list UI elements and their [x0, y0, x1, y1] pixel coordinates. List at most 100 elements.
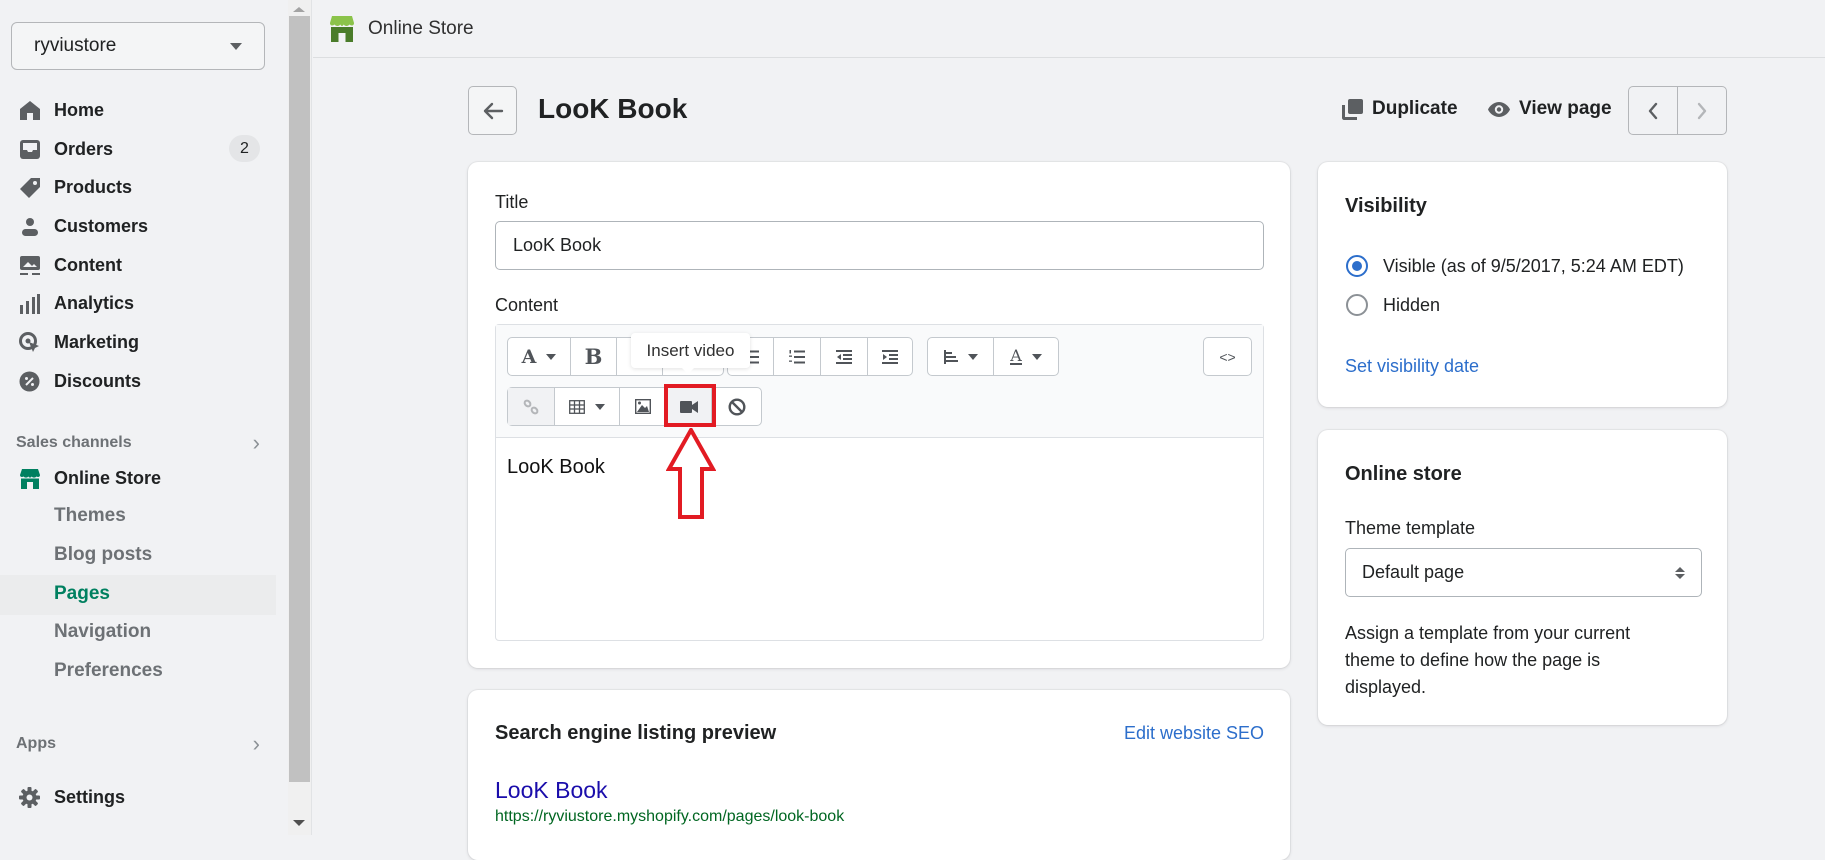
table-icon — [569, 399, 585, 414]
align-color-group: A — [927, 337, 1059, 376]
visibility-heading: Visibility — [1345, 195, 1427, 217]
sidebar-item-customers[interactable]: Customers — [0, 208, 276, 244]
page-title: LooK Book — [538, 93, 688, 124]
editor-body[interactable]: LooK Book — [507, 456, 605, 479]
duplicate-button[interactable]: Duplicate — [1342, 98, 1458, 120]
sidebar-item-marketing[interactable]: Marketing — [0, 324, 276, 360]
sidebar-item-analytics[interactable]: Analytics — [0, 285, 276, 321]
sidebar: ryviustore Home Orders 2 Products Custom… — [0, 0, 288, 835]
set-visibility-date-link[interactable]: Set visibility date — [1345, 356, 1479, 377]
scroll-up-arrow-icon[interactable] — [293, 7, 305, 12]
bold-icon: B — [584, 344, 603, 369]
theme-template-value: Default page — [1362, 562, 1465, 582]
list-group — [727, 337, 913, 376]
insert-table-dropdown[interactable] — [555, 388, 620, 425]
show-html-button[interactable]: <> — [1204, 338, 1251, 375]
link-icon — [523, 399, 539, 414]
indent-button[interactable] — [868, 338, 912, 375]
chevron-right-icon: › — [252, 430, 260, 455]
numbered-list-button[interactable] — [774, 338, 821, 375]
outdent-icon — [836, 349, 852, 364]
block-icon — [727, 397, 746, 416]
sidebar-item-label: Content — [54, 254, 122, 275]
sidebar-item-label: Products — [54, 176, 133, 197]
seo-preview-title[interactable]: LooK Book — [495, 777, 608, 804]
online-store-logo-icon — [330, 15, 354, 42]
next-page-button[interactable] — [1678, 87, 1727, 134]
source-group: <> — [1203, 337, 1252, 376]
view-page-button[interactable]: View page — [1488, 98, 1612, 120]
sidebar-item-orders[interactable]: Orders 2 — [0, 131, 276, 167]
hidden-option-label: Hidden — [1383, 295, 1441, 315]
content-label: Content — [495, 295, 559, 315]
sidebar-item-label: Settings — [54, 786, 126, 807]
store-selector[interactable]: ryviustore — [11, 22, 265, 70]
scroll-down-arrow-icon[interactable] — [293, 820, 305, 826]
target-icon — [19, 332, 40, 353]
rich-text-editor: A B I U A <> LooK Book — [495, 324, 1264, 641]
editor-toolbar: A B I U A <> — [496, 325, 1263, 438]
app-title: Online Store — [368, 17, 474, 39]
theme-template-help: Assign a template from your current them… — [1345, 623, 1631, 697]
top-bar: Online Store — [313, 0, 1825, 58]
sidebar-item-content[interactable]: Content — [0, 247, 276, 283]
bar-chart-icon — [19, 293, 40, 314]
image-icon — [634, 399, 651, 414]
sidebar-subitem-preferences[interactable]: Preferences — [54, 660, 163, 682]
edit-website-seo-link[interactable]: Edit website SEO — [1124, 723, 1264, 744]
text-color-icon: A — [1010, 346, 1022, 365]
chevron-down-icon — [1031, 353, 1042, 360]
duplicate-icon — [1342, 98, 1363, 120]
sidebar-item-products[interactable]: Products — [0, 169, 276, 205]
title-label: Title — [495, 192, 529, 212]
theme-template-label: Theme template — [1345, 518, 1476, 538]
chevron-down-icon — [967, 353, 978, 360]
theme-template-select[interactable]: Default page — [1345, 548, 1702, 597]
scrollbar-thumb[interactable] — [289, 16, 310, 782]
view-page-label: View page — [1519, 98, 1612, 119]
indent-icon — [882, 349, 898, 364]
insert-link-button[interactable] — [508, 388, 555, 425]
bold-button[interactable]: B — [571, 338, 617, 375]
visible-option-label: Visible (as of 9/5/2017, 5:24 AM EDT) — [1383, 256, 1684, 276]
chevron-down-icon — [230, 42, 242, 50]
chevron-right-icon: › — [252, 731, 260, 756]
text-color-dropdown[interactable]: A — [994, 338, 1058, 375]
gear-icon — [19, 787, 40, 808]
eye-icon — [1488, 101, 1510, 117]
sales-channels-header[interactable]: Sales channels › — [16, 430, 260, 456]
outdent-button[interactable] — [821, 338, 868, 375]
sidebar-subitem-themes[interactable]: Themes — [54, 505, 126, 527]
sidebar-item-label: Marketing — [54, 331, 140, 352]
title-input[interactable]: LooK Book — [495, 221, 1264, 270]
align-left-icon — [943, 349, 958, 364]
align-dropdown[interactable] — [928, 338, 994, 375]
person-icon — [19, 216, 40, 237]
clear-formatting-button[interactable] — [712, 388, 761, 425]
active-item-highlight — [0, 575, 276, 615]
back-button[interactable] — [468, 86, 517, 135]
pagination — [1628, 86, 1727, 135]
font-style-dropdown[interactable]: A — [508, 338, 571, 375]
insert-group — [507, 387, 762, 426]
sidebar-item-settings[interactable]: Settings — [0, 779, 276, 815]
apps-header[interactable]: Apps › — [16, 731, 260, 757]
numbered-list-icon — [789, 349, 805, 363]
sidebar-item-home[interactable]: Home — [0, 92, 276, 128]
sidebar-item-online-store[interactable]: Online Store — [0, 460, 276, 496]
title-input-value: LooK Book — [513, 235, 602, 255]
visible-radio[interactable] — [1346, 255, 1368, 277]
sidebar-item-label: Customers — [54, 215, 149, 236]
sidebar-item-discounts[interactable]: Discounts — [0, 363, 276, 399]
hidden-radio[interactable] — [1346, 294, 1368, 316]
previous-page-button[interactable] — [1629, 87, 1678, 134]
tag-icon — [19, 177, 40, 198]
insert-image-button[interactable] — [620, 388, 666, 425]
sidebar-subitem-blog-posts[interactable]: Blog posts — [54, 544, 152, 566]
sidebar-item-label: Discounts — [54, 370, 142, 391]
sidebar-subitem-pages[interactable]: Pages — [54, 583, 110, 605]
seo-heading: Search engine listing preview — [495, 722, 777, 744]
sidebar-item-label: Home — [54, 99, 105, 120]
sidebar-subitem-navigation[interactable]: Navigation — [54, 621, 151, 643]
arrow-left-icon — [483, 102, 503, 119]
